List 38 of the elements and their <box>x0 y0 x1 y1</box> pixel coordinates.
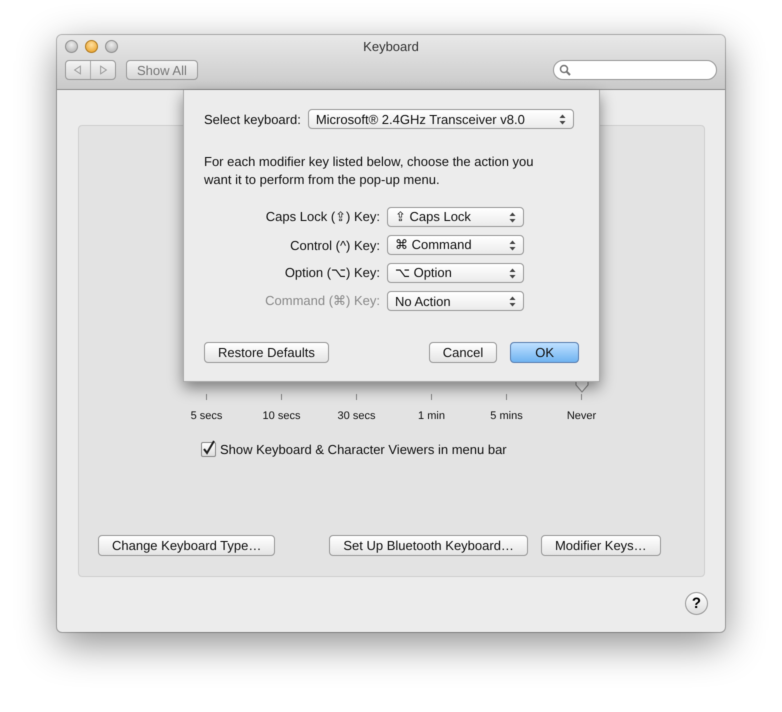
modifier-key-label: Command (⌘) Key: <box>264 293 380 309</box>
panel-button[interactable]: Set Up Bluetooth Keyboard… <box>329 535 528 556</box>
tick-label: 10 secs <box>262 410 300 422</box>
close-button[interactable] <box>65 40 78 53</box>
sheet-button[interactable]: OK <box>510 342 579 363</box>
search-field[interactable] <box>553 60 717 80</box>
panel-button[interactable]: Modifier Keys… <box>540 535 661 556</box>
updown-arrows-icon <box>509 212 516 222</box>
checkbox[interactable] <box>201 442 216 457</box>
sheet-button[interactable]: Restore Defaults <box>204 342 329 363</box>
tick-label: 5 secs <box>190 410 222 422</box>
show-all-button[interactable]: Show All <box>126 60 198 80</box>
modifier-action-popup[interactable]: ⌥ Option <box>387 263 524 283</box>
tick-label: Never <box>566 410 596 422</box>
panel-button[interactable]: Change Keyboard Type… <box>98 535 276 556</box>
window-title: Keyboard <box>363 39 419 54</box>
updown-arrows-icon <box>509 240 516 250</box>
sheet-button[interactable]: Cancel <box>428 342 498 363</box>
keyboard-popup[interactable]: Microsoft® 2.4GHz Transceiver v8.0 <box>308 109 574 129</box>
tick-label: 1 min <box>418 410 445 422</box>
updown-arrows-icon <box>509 268 516 278</box>
help-button[interactable]: ? <box>685 592 708 615</box>
modifier-action-popup[interactable]: ⌘ Command <box>387 235 524 255</box>
updown-arrows-icon <box>558 114 566 124</box>
instructions-text: For each modifier key listed below, choose the action you want it to perform from the pop-up menu. <box>204 153 535 189</box>
modifier-action-popup[interactable]: ⇪ Caps Lock <box>387 207 524 227</box>
modifier-key-label: Option (⌥) Key: <box>284 265 380 281</box>
back-forward-control[interactable] <box>65 60 116 80</box>
updown-arrows-icon <box>509 296 516 306</box>
zoom-button[interactable] <box>105 40 118 53</box>
modifier-key-label: Caps Lock (⇪) Key: <box>264 209 380 225</box>
tick-label: 5 mins <box>490 410 523 422</box>
tick-label: 30 secs <box>338 410 376 422</box>
minimize-button[interactable] <box>85 40 98 53</box>
checkbox-label: Show Keyboard & Character Viewers in menu bar <box>220 442 507 457</box>
modifier-key-label: Control (^) Key: <box>289 238 380 252</box>
select-keyboard-label: Select keyboard: <box>204 112 301 126</box>
search-icon <box>559 64 571 76</box>
